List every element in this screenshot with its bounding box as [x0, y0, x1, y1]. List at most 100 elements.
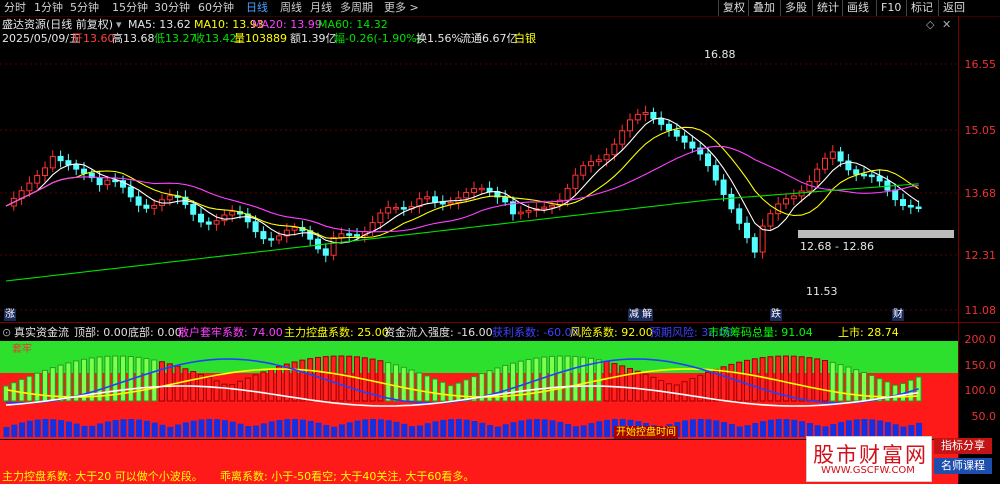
- indicator-bar: [338, 355, 345, 402]
- period-tab[interactable]: 5分钟: [70, 1, 99, 15]
- indicator-bar: [182, 368, 189, 402]
- candle-body: [26, 182, 33, 192]
- candle-body: [42, 167, 48, 176]
- indicator-bar: [549, 420, 556, 437]
- toolbar-button[interactable]: 叠加: [748, 0, 779, 16]
- candle-body: [385, 207, 392, 214]
- indicator-bar: [829, 361, 836, 402]
- ma20-label: MA20: 13.99: [252, 18, 322, 31]
- indicator-bar: [845, 366, 852, 402]
- candle-body: [907, 204, 914, 208]
- indicator-bar: [721, 422, 728, 437]
- candle-body: [190, 203, 197, 215]
- badge-indicator-share[interactable]: 指标分享: [934, 438, 992, 454]
- toolbar-button[interactable]: 标记: [906, 0, 937, 16]
- candle-body: [564, 187, 571, 201]
- watermark-url: WWW.GSCFW.COM: [821, 465, 915, 476]
- toolbar-button[interactable]: 多股: [780, 0, 811, 16]
- price-range-bar: [798, 230, 954, 238]
- period-tab[interactable]: 更多 >: [384, 1, 419, 15]
- period-tab[interactable]: 多周期: [340, 1, 373, 15]
- indicator-bar: [705, 419, 712, 437]
- moving-average-line: [5, 117, 919, 244]
- indicator-bar: [299, 359, 306, 402]
- indicator-settings-icon[interactable]: ⊙: [2, 326, 11, 339]
- candle-body: [517, 211, 524, 215]
- period-tab[interactable]: 30分钟: [154, 1, 190, 15]
- event-marker[interactable]: 减 解: [628, 309, 654, 321]
- indicator-bar: [580, 356, 587, 402]
- candlestick-chart[interactable]: [0, 46, 958, 322]
- event-marker[interactable]: 财: [892, 309, 904, 321]
- indicator-bar: [73, 423, 80, 437]
- axis-divider: [958, 16, 959, 482]
- indicator-bar: [315, 356, 321, 402]
- indicator-bar: [705, 371, 711, 402]
- toolbar-button[interactable]: 统计: [812, 0, 843, 16]
- indicator-name[interactable]: 真实资金流: [14, 326, 69, 339]
- period-tab[interactable]: 1分钟: [34, 1, 63, 15]
- toolbar-button[interactable]: 返回: [938, 0, 969, 16]
- candle-body: [751, 237, 758, 253]
- event-marker[interactable]: 涨: [4, 309, 16, 321]
- indicator-bar: [892, 384, 899, 402]
- indicator-bar: [315, 422, 322, 437]
- candle-body: [892, 189, 899, 201]
- indicator-bar: [89, 425, 96, 437]
- info-sector[interactable]: 白银: [514, 32, 536, 45]
- event-marker[interactable]: 跌: [770, 309, 782, 321]
- dropdown-icon[interactable]: ▾: [116, 18, 122, 31]
- period-tab[interactable]: 分时: [4, 1, 26, 15]
- indicator-bar: [838, 421, 845, 437]
- candle-body: [346, 233, 353, 236]
- indicator-bar: [767, 419, 774, 437]
- explanation-line1: 主力控盘系数: 大于20 可以做个小波段。: [2, 470, 203, 483]
- close-icon[interactable]: ✕: [942, 18, 951, 31]
- period-tab[interactable]: 月线: [310, 1, 332, 15]
- indicator-bar: [845, 420, 852, 437]
- indicator-bar: [861, 372, 867, 402]
- period-tab[interactable]: 日线: [246, 1, 268, 15]
- indicator-bar: [299, 419, 306, 437]
- toolbar-button[interactable]: F10: [876, 0, 905, 16]
- indicator-value: 风险系数: 92.00: [570, 326, 653, 339]
- indicator-bar: [221, 383, 228, 402]
- indicator-bar: [81, 425, 88, 437]
- indicator-bar: [596, 421, 603, 437]
- info-open: 开13.60: [72, 32, 115, 45]
- period-tab[interactable]: 周线: [280, 1, 302, 15]
- indicator-bar: [588, 423, 595, 437]
- indicator-bar: [432, 378, 438, 402]
- candle-body: [541, 206, 548, 210]
- indicator-bar: [346, 355, 353, 402]
- candle-body: [634, 113, 641, 121]
- range-annotation: 12.68 - 12.86: [800, 240, 874, 253]
- indicator-axis-label: 100.0: [964, 384, 997, 397]
- candle-body: [315, 238, 321, 250]
- candle-body: [728, 193, 735, 210]
- candle-body: [81, 168, 87, 174]
- low-annotation: 11.53: [806, 285, 838, 298]
- toolbar-button[interactable]: 复权: [718, 0, 749, 16]
- indicator-bar: [877, 420, 884, 437]
- period-tab[interactable]: 60分钟: [198, 1, 234, 15]
- indicator-chart[interactable]: [0, 341, 958, 439]
- candle-body: [712, 165, 719, 181]
- badge-courses[interactable]: 名师课程: [934, 458, 992, 474]
- indicator-bar: [159, 361, 165, 402]
- indicator-bar: [143, 357, 150, 402]
- indicator-corner-label: 套牢: [12, 344, 32, 355]
- indicator-bar: [323, 424, 330, 437]
- candle-body: [447, 201, 454, 205]
- toolbar-button[interactable]: 画线: [842, 0, 873, 16]
- candle-body: [127, 186, 134, 198]
- period-tab[interactable]: 15分钟: [112, 1, 148, 15]
- indicator-bar: [799, 421, 806, 437]
- candle-body: [720, 179, 727, 195]
- indicator-bar: [237, 423, 244, 437]
- diamond-icon[interactable]: ◇: [926, 18, 934, 31]
- indicator-bar: [284, 419, 291, 437]
- moving-average-line: [5, 145, 919, 233]
- candle-body: [471, 188, 477, 193]
- candle-body: [135, 196, 142, 206]
